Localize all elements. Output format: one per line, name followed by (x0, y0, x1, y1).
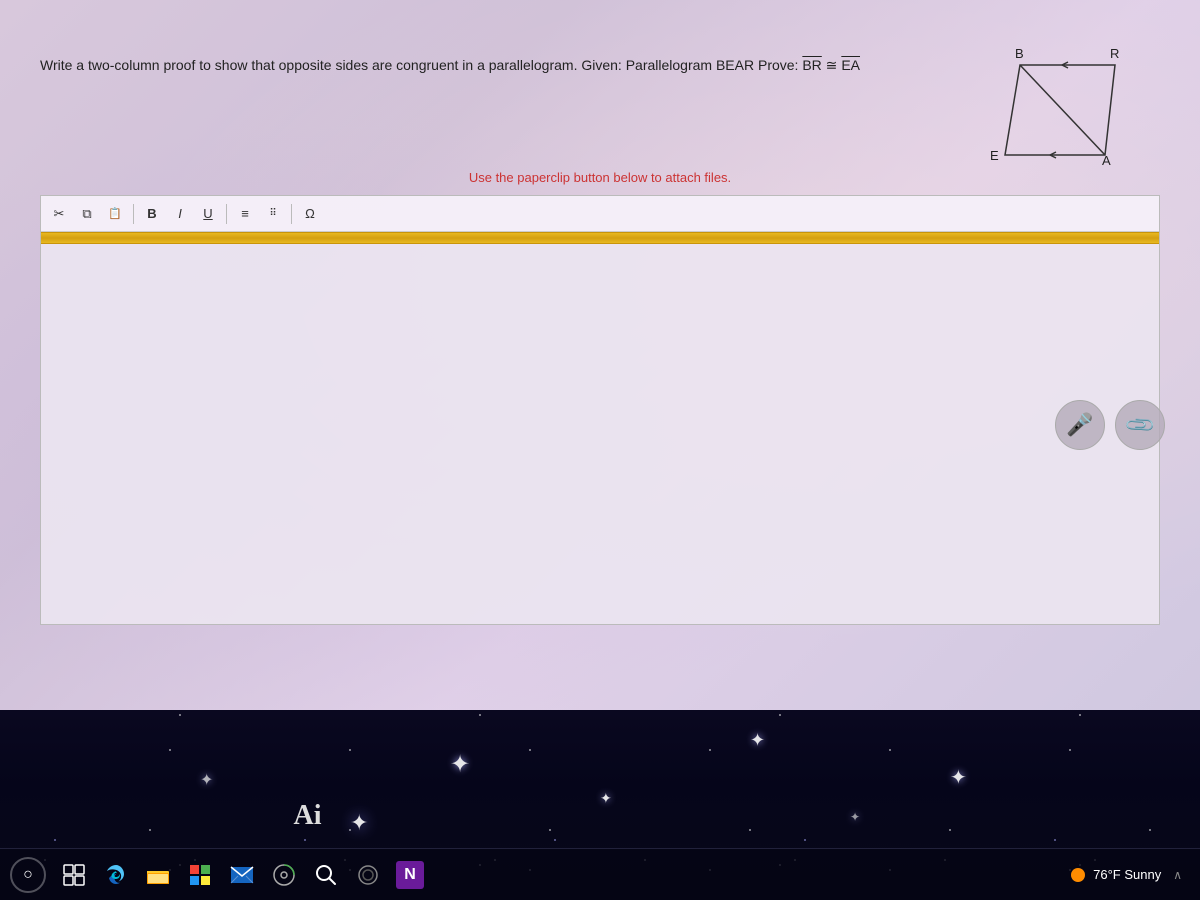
unordered-list-button[interactable]: ⠿ (261, 202, 285, 226)
weather-sun-icon (1071, 868, 1085, 882)
mail-button[interactable] (224, 857, 260, 893)
file-explorer-icon (146, 865, 170, 885)
question-text: Write a two-column proof to show that op… (40, 55, 860, 76)
file-explorer-button[interactable] (140, 857, 176, 893)
bold-button[interactable]: B (140, 202, 164, 226)
main-content-area: Write a two-column proof to show that op… (0, 0, 1200, 710)
start-button[interactable]: ○ (10, 857, 46, 893)
notepad-icon: N (404, 866, 416, 884)
task-view-icon (63, 864, 85, 886)
parallelogram-diagram: B R E A (980, 40, 1140, 200)
svg-text:R: R (1110, 46, 1119, 61)
cut-button[interactable]: ✂ (47, 202, 71, 226)
sparkle-2: ✦ (750, 730, 765, 751)
sparkle-1: ✦ (450, 750, 470, 779)
underline-button[interactable]: U (196, 202, 220, 226)
editor-body[interactable] (41, 244, 1159, 624)
weather-text: 76°F Sunny (1093, 867, 1161, 882)
toolbar-sep-2 (226, 204, 227, 224)
search-button[interactable] (308, 857, 344, 893)
sparkle-5: ✦ (950, 765, 967, 790)
sparkle-6: ✦ (850, 810, 860, 824)
editor-toolbar: ✂ ⧉ 📋 B I U ≡ ⠿ Ω (41, 196, 1159, 232)
task-view-button[interactable] (56, 857, 92, 893)
toolbar-sep-3 (291, 204, 292, 224)
media-icon (272, 863, 296, 887)
instruction-text: Use the paperclip button below to attach… (469, 170, 731, 185)
golden-bar (41, 232, 1159, 244)
windows-store-button[interactable] (182, 857, 218, 893)
sparkle-7: ✦ (350, 810, 368, 836)
copy-button[interactable]: ⧉ (75, 202, 99, 226)
diagram-container: B R E A (980, 40, 1140, 200)
toolbar-sep-1 (133, 204, 134, 224)
svg-text:E: E (990, 148, 999, 163)
start-icon: ○ (23, 866, 33, 884)
ai-text: Ai (294, 800, 322, 832)
ordered-list-button[interactable]: ≡ (233, 202, 257, 226)
windows-store-icon (189, 864, 211, 886)
cortana-icon (356, 863, 380, 887)
mic-button[interactable]: 🎤 (1055, 400, 1105, 450)
chevron-up-icon: ∧ (1173, 868, 1182, 882)
taskbar: ✦ ✦ ✦ ✦ ✦ ✦ ✦ Ai ○ (0, 710, 1200, 900)
taskbar-bottom: ○ (0, 848, 1200, 900)
weather-widget: 76°F Sunny ∧ (1063, 867, 1190, 882)
cortana-button[interactable] (350, 857, 386, 893)
sparkle-3: ✦ (600, 790, 612, 807)
special-chars-button[interactable]: Ω (298, 202, 322, 226)
paperclip-button[interactable]: 📎 (1115, 400, 1165, 450)
italic-button[interactable]: I (168, 202, 192, 226)
sparkle-4: ✦ (200, 770, 213, 790)
edge-icon (104, 863, 128, 887)
paste-button[interactable]: 📋 (103, 202, 127, 226)
svg-text:B: B (1015, 46, 1024, 61)
svg-text:A: A (1102, 153, 1111, 168)
instruction-label: Use the paperclip button below to attach… (469, 170, 731, 185)
edge-button[interactable] (98, 857, 134, 893)
mail-icon (230, 865, 254, 885)
ai-badge: Ai (274, 790, 341, 842)
question-label: Write a two-column proof to show that op… (40, 57, 860, 73)
editor-container: ✂ ⧉ 📋 B I U ≡ ⠿ Ω (40, 195, 1160, 625)
media-button[interactable] (266, 857, 302, 893)
mic-icon: 🎤 (1066, 412, 1093, 438)
search-icon (314, 863, 338, 887)
notepad-button[interactable]: N (392, 857, 428, 893)
paperclip-icon: 📎 (1122, 407, 1157, 442)
